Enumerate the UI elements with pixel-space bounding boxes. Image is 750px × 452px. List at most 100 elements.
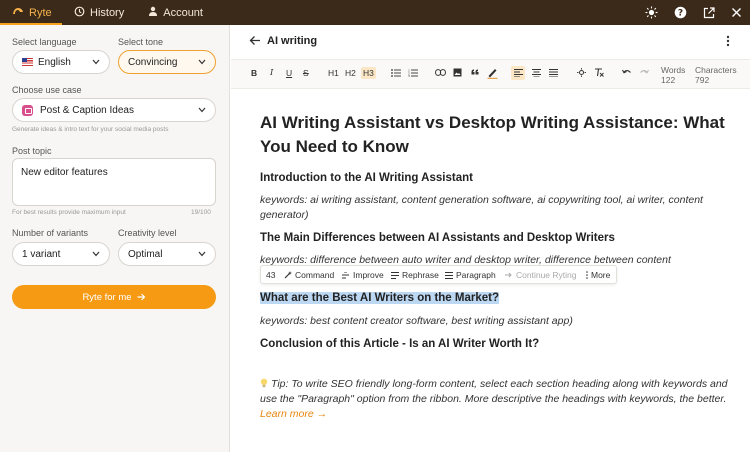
paragraph-icon — [445, 271, 453, 279]
improve-button[interactable]: Improve — [342, 270, 384, 280]
tip-body: Tip: To write SEO friendly long-form con… — [260, 378, 728, 405]
post-icon — [22, 104, 33, 116]
arrow-right-icon — [137, 293, 145, 301]
ryte-for-me-button[interactable]: Ryte for me — [12, 285, 216, 309]
paragraph-button[interactable]: Paragraph — [445, 270, 496, 280]
chevron-down-icon — [198, 59, 206, 65]
underline-button[interactable]: U — [286, 68, 292, 78]
link-icon[interactable] — [435, 69, 446, 76]
section-heading[interactable]: Conclusion of this Article - Is an AI Wr… — [260, 338, 539, 350]
command-button[interactable]: Command — [284, 270, 334, 280]
more-icon — [586, 271, 588, 279]
improve-icon — [342, 271, 349, 278]
variants-select[interactable]: 1 variant — [12, 242, 110, 266]
chevron-down-icon — [198, 107, 206, 113]
sparkle-icon[interactable] — [577, 68, 586, 77]
account-icon — [148, 6, 158, 19]
h3-button[interactable]: H3 — [361, 67, 376, 79]
chevron-down-icon — [92, 59, 100, 65]
section-heading-selected[interactable]: What are the Best AI Writers on the Mark… — [260, 292, 499, 304]
lightbulb-icon — [260, 378, 268, 388]
editor-panel: AI writing B I U S H1 H2 H3 123 Words 12… — [231, 25, 750, 452]
learn-more-link[interactable]: Learn more → — [260, 408, 327, 420]
tone-select[interactable]: Convincing — [118, 50, 216, 74]
align-justify-icon[interactable] — [549, 69, 558, 77]
tab-account[interactable]: Account — [136, 0, 215, 25]
numbered-list-icon[interactable]: 123 — [408, 69, 418, 77]
selected-text[interactable]: What are the Best AI Writers on the Mark… — [260, 292, 499, 304]
formatting-toolbar: B I U S H1 H2 H3 123 Words 122 Character… — [231, 59, 750, 89]
bullet-list-icon[interactable] — [391, 69, 401, 77]
topic-value: New editor features — [21, 167, 108, 178]
kebab-menu-icon[interactable] — [726, 35, 730, 47]
use-case-select[interactable]: Post & Caption Ideas — [12, 98, 216, 122]
h2-button[interactable]: H2 — [345, 68, 356, 78]
creativity-select[interactable]: Optimal — [118, 242, 216, 266]
tab-ryte-label: Ryte — [29, 6, 52, 19]
creativity-label: Creativity level — [118, 228, 177, 238]
document-heading[interactable]: AI Writing Assistant vs Desktop Writing … — [260, 111, 730, 159]
arrow-right-icon — [505, 272, 512, 278]
topic-textarea[interactable]: New editor features — [12, 158, 216, 206]
help-icon[interactable]: ? — [674, 6, 687, 19]
quote-icon[interactable] — [471, 69, 479, 75]
rephrase-button[interactable]: Rephrase — [391, 270, 439, 280]
sun-icon[interactable] — [645, 6, 658, 19]
chars-label: Characters — [695, 65, 737, 75]
character-count: Characters 792 — [695, 65, 737, 85]
tone-value: Convincing — [128, 56, 178, 68]
rephrase-icon — [391, 271, 399, 279]
words-value: 122 — [661, 75, 676, 85]
svg-text:3: 3 — [408, 74, 410, 77]
language-label: Select language — [12, 37, 77, 47]
section-keywords[interactable]: keywords: ai writing assistant, content … — [260, 193, 730, 223]
ryte-logo-icon — [12, 6, 24, 19]
topic-label: Post topic — [12, 146, 52, 156]
undo-icon[interactable] — [622, 69, 631, 76]
align-center-icon[interactable] — [532, 69, 541, 77]
section-keywords[interactable]: keywords: best content creator software,… — [260, 314, 730, 329]
chevron-down-icon — [198, 251, 206, 257]
bold-button[interactable]: B — [251, 68, 257, 78]
back-arrow-icon[interactable] — [249, 35, 261, 46]
more-button[interactable]: More — [586, 270, 610, 280]
language-select[interactable]: English — [12, 50, 110, 74]
chevron-down-icon — [92, 251, 100, 257]
continue-ryting-button[interactable]: Continue Ryting — [505, 270, 576, 280]
svg-text:?: ? — [678, 9, 683, 19]
text-color-icon[interactable] — [487, 67, 498, 79]
section-heading[interactable]: Introduction to the AI Writing Assistant — [260, 172, 473, 184]
image-icon[interactable] — [453, 68, 462, 77]
tip-text: Tip: To write SEO friendly long-form con… — [260, 377, 730, 422]
variants-label: Number of variants — [12, 228, 89, 238]
variants-value: 1 variant — [22, 248, 61, 260]
redo-icon[interactable] — [640, 69, 649, 76]
wand-icon — [284, 271, 292, 279]
chars-value: 792 — [695, 75, 710, 85]
tab-history[interactable]: History — [62, 0, 136, 25]
floating-ai-toolbar: 43 Command Improve Rephrase Paragraph Co… — [260, 265, 617, 284]
history-icon — [74, 6, 85, 20]
word-count: Words 122 — [661, 65, 685, 85]
close-icon[interactable] — [731, 7, 742, 18]
topic-help: For best results provide maximum input — [12, 209, 126, 216]
language-value: English — [38, 56, 71, 68]
clear-format-icon[interactable] — [594, 68, 604, 77]
use-case-value: Post & Caption Ideas — [40, 104, 134, 116]
ryte-for-me-label: Ryte for me — [82, 291, 132, 303]
section-heading[interactable]: The Main Differences between AI Assistan… — [260, 232, 615, 244]
us-flag-icon — [22, 58, 33, 66]
selection-count: 43 — [266, 270, 276, 280]
italic-button[interactable]: I — [270, 68, 273, 78]
external-link-icon[interactable] — [703, 6, 715, 19]
topic-counter: 19/100 — [191, 209, 211, 216]
use-case-help: Generate ideas & intro text for your soc… — [12, 126, 169, 133]
tab-ryte[interactable]: Ryte — [0, 0, 62, 25]
tab-account-label: Account — [163, 6, 203, 19]
tone-label: Select tone — [118, 37, 164, 47]
align-left-icon[interactable] — [514, 69, 523, 77]
strikethrough-button[interactable]: S — [303, 68, 309, 78]
editor-header: AI writing — [231, 25, 750, 59]
h1-button[interactable]: H1 — [328, 68, 339, 78]
tab-history-label: History — [90, 6, 125, 19]
